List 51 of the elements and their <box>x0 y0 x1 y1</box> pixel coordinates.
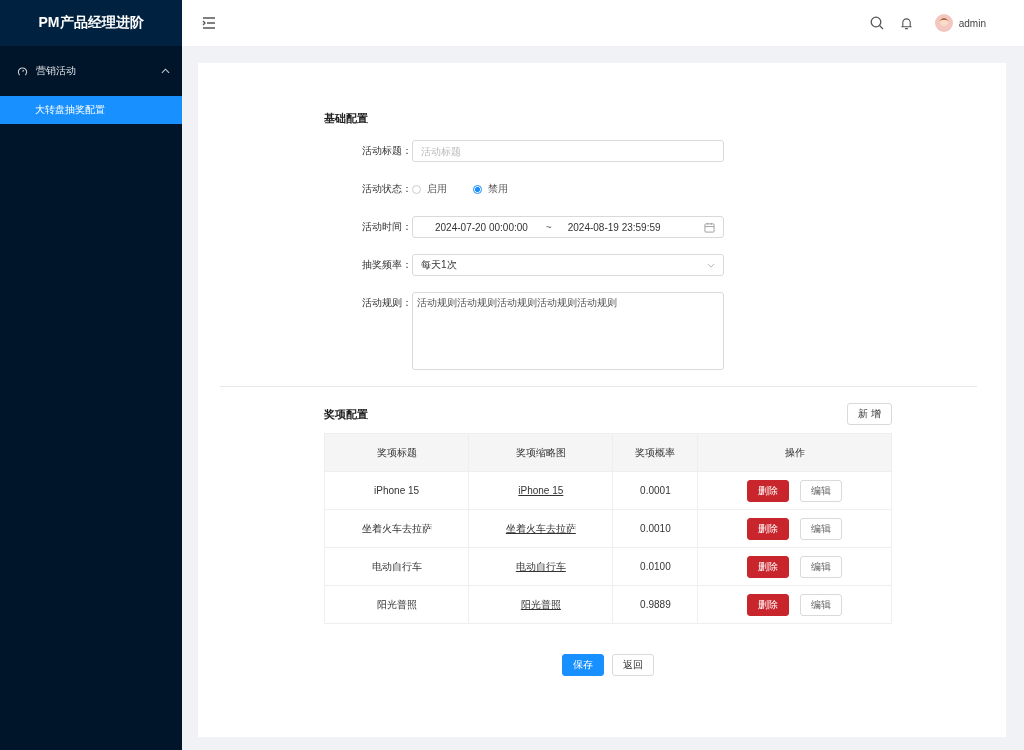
add-button[interactable]: 新 增 <box>847 403 892 425</box>
section-title: 基础配置 <box>324 111 369 126</box>
field-label: 活动时间： <box>361 220 412 234</box>
table-cell: iPhone 15 <box>324 471 469 510</box>
thumbnail-link[interactable]: 电动自行车 <box>515 560 566 572</box>
delete-button[interactable]: 删除 <box>747 555 790 578</box>
date-range-field[interactable]: 2024-07-20 00:00:00 ~ 2024-08-19 23:59:59 <box>412 216 724 238</box>
user-name[interactable]: admin <box>958 17 986 29</box>
table-cell: 坐着火车去拉萨 <box>324 509 469 548</box>
edit-button[interactable]: 编辑 <box>800 593 843 616</box>
textarea-field[interactable]: 活动规则活动规则活动规则活动规则活动规则 <box>412 292 724 370</box>
avatar-icon[interactable] <box>934 14 953 32</box>
edit-button[interactable]: 编辑 <box>800 517 843 540</box>
app-logo: PM产品经理进阶 <box>0 0 182 46</box>
edit-button[interactable]: 编辑 <box>800 555 843 578</box>
field-label: 抽奖频率： <box>361 258 412 272</box>
thumbnail-link[interactable]: 坐着火车去拉萨 <box>505 522 576 534</box>
table-cell: 0.0001 <box>612 471 698 510</box>
calendar-icon <box>704 221 715 233</box>
column-header: 奖项概率 <box>612 433 698 472</box>
table-cell: 0.9889 <box>612 585 698 624</box>
table-cell: 0.0010 <box>612 509 698 548</box>
menu-fold-icon[interactable] <box>202 17 216 29</box>
column-header: 操作 <box>697 433 892 472</box>
section-title: 奖项配置 <box>324 406 368 422</box>
search-icon[interactable] <box>869 16 884 30</box>
sidebar-menu[interactable]: 营销活动 <box>0 46 182 96</box>
select-field[interactable]: 每天1次 <box>412 254 724 276</box>
field-label: 活动规则： <box>361 296 412 310</box>
radio-label: 启用 <box>427 182 447 196</box>
back-button[interactable]: 返回 <box>612 654 654 676</box>
field-label: 活动标题： <box>361 144 412 158</box>
delete-button[interactable]: 删除 <box>747 593 790 616</box>
delete-button[interactable]: 删除 <box>747 479 790 502</box>
edit-button[interactable]: 编辑 <box>800 479 843 502</box>
radio-label: 禁用 <box>488 182 508 196</box>
delete-button[interactable]: 删除 <box>747 517 790 540</box>
gauge-icon <box>17 65 28 77</box>
field-label: 活动状态： <box>361 182 412 196</box>
bell-icon[interactable] <box>899 15 913 31</box>
chevron-icon <box>707 262 715 268</box>
menu-label: 营销活动 <box>36 64 77 78</box>
column-header: 奖项标题 <box>324 433 469 472</box>
column-header: 奖项缩略图 <box>468 433 613 472</box>
thumbnail-link[interactable]: iPhone 15 <box>518 485 564 496</box>
radio-button[interactable] <box>473 184 482 194</box>
table-cell: 0.0100 <box>612 547 698 586</box>
table-cell: 阳光普照 <box>324 585 469 624</box>
thumbnail-link[interactable]: 阳光普照 <box>520 598 561 610</box>
input-field[interactable]: 活动标题 <box>412 140 724 162</box>
table-cell: 电动自行车 <box>324 547 469 586</box>
